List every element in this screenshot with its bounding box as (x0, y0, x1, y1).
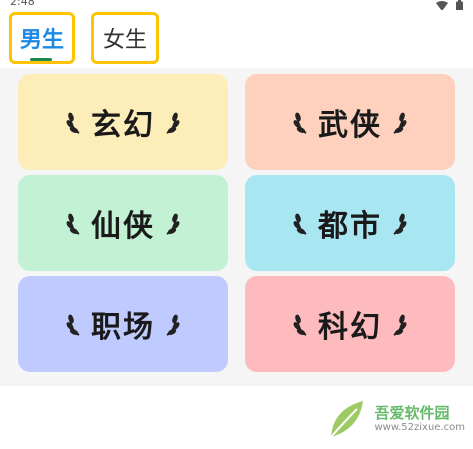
category-card-xianxia[interactable]: 仙侠 (18, 175, 228, 271)
laurel-right-icon (166, 112, 180, 134)
watermark-url: www.52zixue.com (374, 421, 466, 433)
category-label: 科幻 (318, 310, 382, 345)
wifi-icon (436, 0, 448, 11)
category-grid: 玄幻 武侠 仙侠 都市 职场 科幻 (0, 68, 473, 386)
category-label: 武侠 (318, 108, 382, 143)
tab-female[interactable]: 女生 (91, 12, 159, 64)
laurel-left-icon (66, 112, 80, 134)
category-label: 仙侠 (91, 209, 155, 244)
category-label: 职场 (91, 310, 155, 345)
laurel-right-icon (393, 314, 407, 336)
laurel-right-icon (393, 213, 407, 235)
laurel-right-icon (393, 112, 407, 134)
category-card-zhichang[interactable]: 职场 (18, 276, 228, 372)
laurel-right-icon (166, 314, 180, 336)
watermark-text: 吾爱软件园 www.52zixue.com (375, 405, 466, 433)
tab-selected-indicator (30, 58, 52, 61)
category-label: 玄幻 (91, 108, 155, 143)
tab-female-label: 女生 (102, 28, 147, 53)
tab-male-label: 男生 (19, 28, 64, 53)
watermark: 吾爱软件园 www.52zixue.com (323, 395, 466, 443)
category-card-kehuan[interactable]: 科幻 (245, 276, 455, 372)
watermark-title: 吾爱软件园 (374, 404, 450, 423)
laurel-left-icon (293, 112, 307, 134)
category-label: 都市 (318, 209, 382, 244)
laurel-left-icon (293, 314, 307, 336)
gender-tabs: 男生 女生 (0, 10, 473, 68)
leaf-logo-icon (329, 401, 363, 438)
laurel-right-icon (166, 213, 180, 235)
laurel-left-icon (66, 213, 80, 235)
status-time: 2:48 (10, 0, 35, 8)
category-card-xuanhuan[interactable]: 玄幻 (18, 74, 228, 170)
bottom-area: 吾爱软件园 www.52zixue.com (0, 386, 473, 449)
category-card-wuxia[interactable]: 武侠 (245, 74, 455, 170)
laurel-left-icon (66, 314, 80, 336)
tab-male[interactable]: 男生 (9, 12, 75, 64)
category-card-dushi[interactable]: 都市 (245, 175, 455, 271)
laurel-left-icon (293, 213, 307, 235)
